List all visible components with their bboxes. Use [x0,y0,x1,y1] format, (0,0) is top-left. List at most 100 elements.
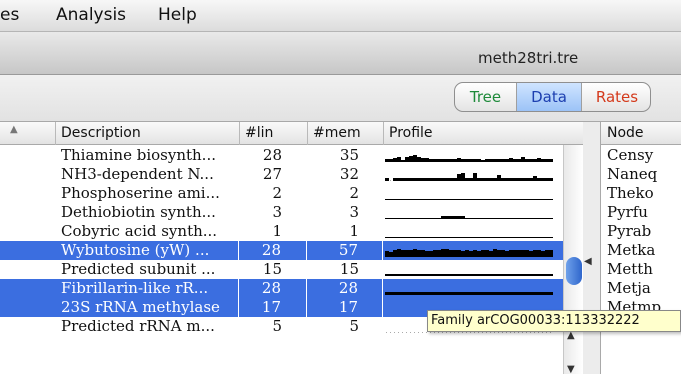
profile-bar [465,199,469,200]
node-list-item[interactable]: Metth [607,260,653,279]
splitter-handle-icon[interactable]: ◀ [584,256,592,267]
cell-mem: 3 [349,203,359,221]
profile-bar [421,237,425,238]
cell-mem: 57 [307,241,383,260]
profile-bar [481,292,485,295]
table-row[interactable]: Predicted subunit ... 15 15 [0,260,583,279]
column-header-node[interactable]: Node [601,122,681,145]
profile-bar [497,199,501,200]
table-row[interactable]: Wybutosine (yW) ... 28 57 [0,241,583,260]
profile-bar [477,159,481,162]
profile-sparkline [385,292,553,295]
table-row[interactable]: Cobyric acid synth... 1 1 [0,222,583,241]
profile-bar [493,178,497,181]
scroll-down-arrow-icon[interactable]: ▼ [567,364,575,374]
profile-bar [533,274,537,276]
table-vertical-scrollbar[interactable]: ▲ ▼ [563,145,583,374]
profile-bar [537,250,541,257]
profile-bar [425,199,429,200]
profile-bar [529,292,533,295]
profile-bar [529,159,533,162]
profile-bar [425,218,429,219]
profile-dot [530,332,531,333]
node-list: Node Censy Naneq Theko Pyrfu Pyrab Metka Metth… [600,122,681,374]
table-row[interactable]: Fibrillarin-like rR... 28 28 [0,279,583,298]
profile-bar [429,159,433,162]
profile-bar [477,274,481,276]
profile-bar [545,250,549,257]
table-row[interactable]: Thiamine biosynth... 28 35 [0,146,583,165]
table-row[interactable]: NH3-dependent N... 27 32 [0,165,583,184]
table-row[interactable]: Phosphoserine ami... 2 2 [0,184,583,203]
profile-bar [485,292,489,295]
profile-bar [537,237,541,238]
node-list-item[interactable]: Theko [607,184,654,203]
profile-bar [409,178,413,181]
profile-bar [421,274,425,276]
profile-bar [501,178,505,181]
profile-bar [513,218,517,219]
profile-bar [533,292,537,295]
node-list-item[interactable]: Pyrfu [607,203,648,222]
profile-bar [405,157,409,162]
profile-bar [501,250,505,257]
profile-bar [389,292,393,295]
profile-bar [485,159,489,162]
profile-bar [437,274,441,276]
cell-description: Cobyric acid synth... [61,222,218,240]
menu-item-analysis[interactable]: Analysis [56,5,126,25]
profile-bar [473,274,477,276]
tab-tree[interactable]: Tree [455,83,517,111]
profile-dot [518,332,519,333]
profile-bar [465,178,469,181]
profile-bar [481,218,485,219]
column-header-description[interactable]: Description [55,122,239,145]
scrollbar-thumb[interactable] [566,257,582,285]
menu-item-help[interactable]: Help [158,5,197,25]
toolbar: Tree Data Rates [0,75,681,122]
profile-bar [401,274,405,276]
profile-bar [433,218,437,219]
profile-bar [393,274,397,276]
window-title-bar[interactable]: meth28tri.tre [0,32,681,75]
table-row[interactable]: Dethiobiotin synth... 3 3 [0,203,583,222]
profile-bar [517,218,521,219]
cell-profile [383,241,563,260]
node-list-item[interactable]: Censy [607,146,653,165]
profile-bar [493,218,497,219]
profile-dot [546,332,547,333]
sort-indicator-icon[interactable]: ▲ [10,124,18,135]
profile-bar [497,250,501,257]
tab-data[interactable]: Data [517,83,582,111]
profile-bar [485,274,489,276]
profile-bar [533,176,537,181]
node-list-item[interactable]: Metka [607,241,655,260]
node-list-item[interactable]: Metja [607,279,651,298]
profile-bar [493,159,497,162]
tab-rates[interactable]: Rates [582,83,650,111]
column-header-mem[interactable]: #mem [307,122,383,145]
node-list-item[interactable]: Naneq [607,165,657,184]
column-header-lin[interactable]: #lin [239,122,307,145]
profile-bar [385,178,389,181]
profile-bar [529,251,533,257]
cell-description: Fibrillarin-like rR... [61,279,239,298]
profile-bar [417,199,421,200]
profile-bar [409,199,413,200]
profile-dot [454,332,455,333]
node-list-item[interactable]: Pyrab [607,222,651,241]
profile-bar [449,237,453,238]
profile-bar [521,274,525,276]
profile-bar [389,218,393,219]
profile-bar [457,174,461,181]
column-header-profile[interactable]: Profile [383,122,583,145]
profile-bar [445,237,449,238]
profile-bar [429,274,433,276]
profile-bar [397,292,401,295]
profile-bar [389,199,393,200]
profile-bar [525,218,529,219]
profile-dot [538,332,539,333]
profile-bar [477,218,481,219]
menu-item-genes[interactable]: es [0,5,19,25]
profile-bar [525,178,529,181]
